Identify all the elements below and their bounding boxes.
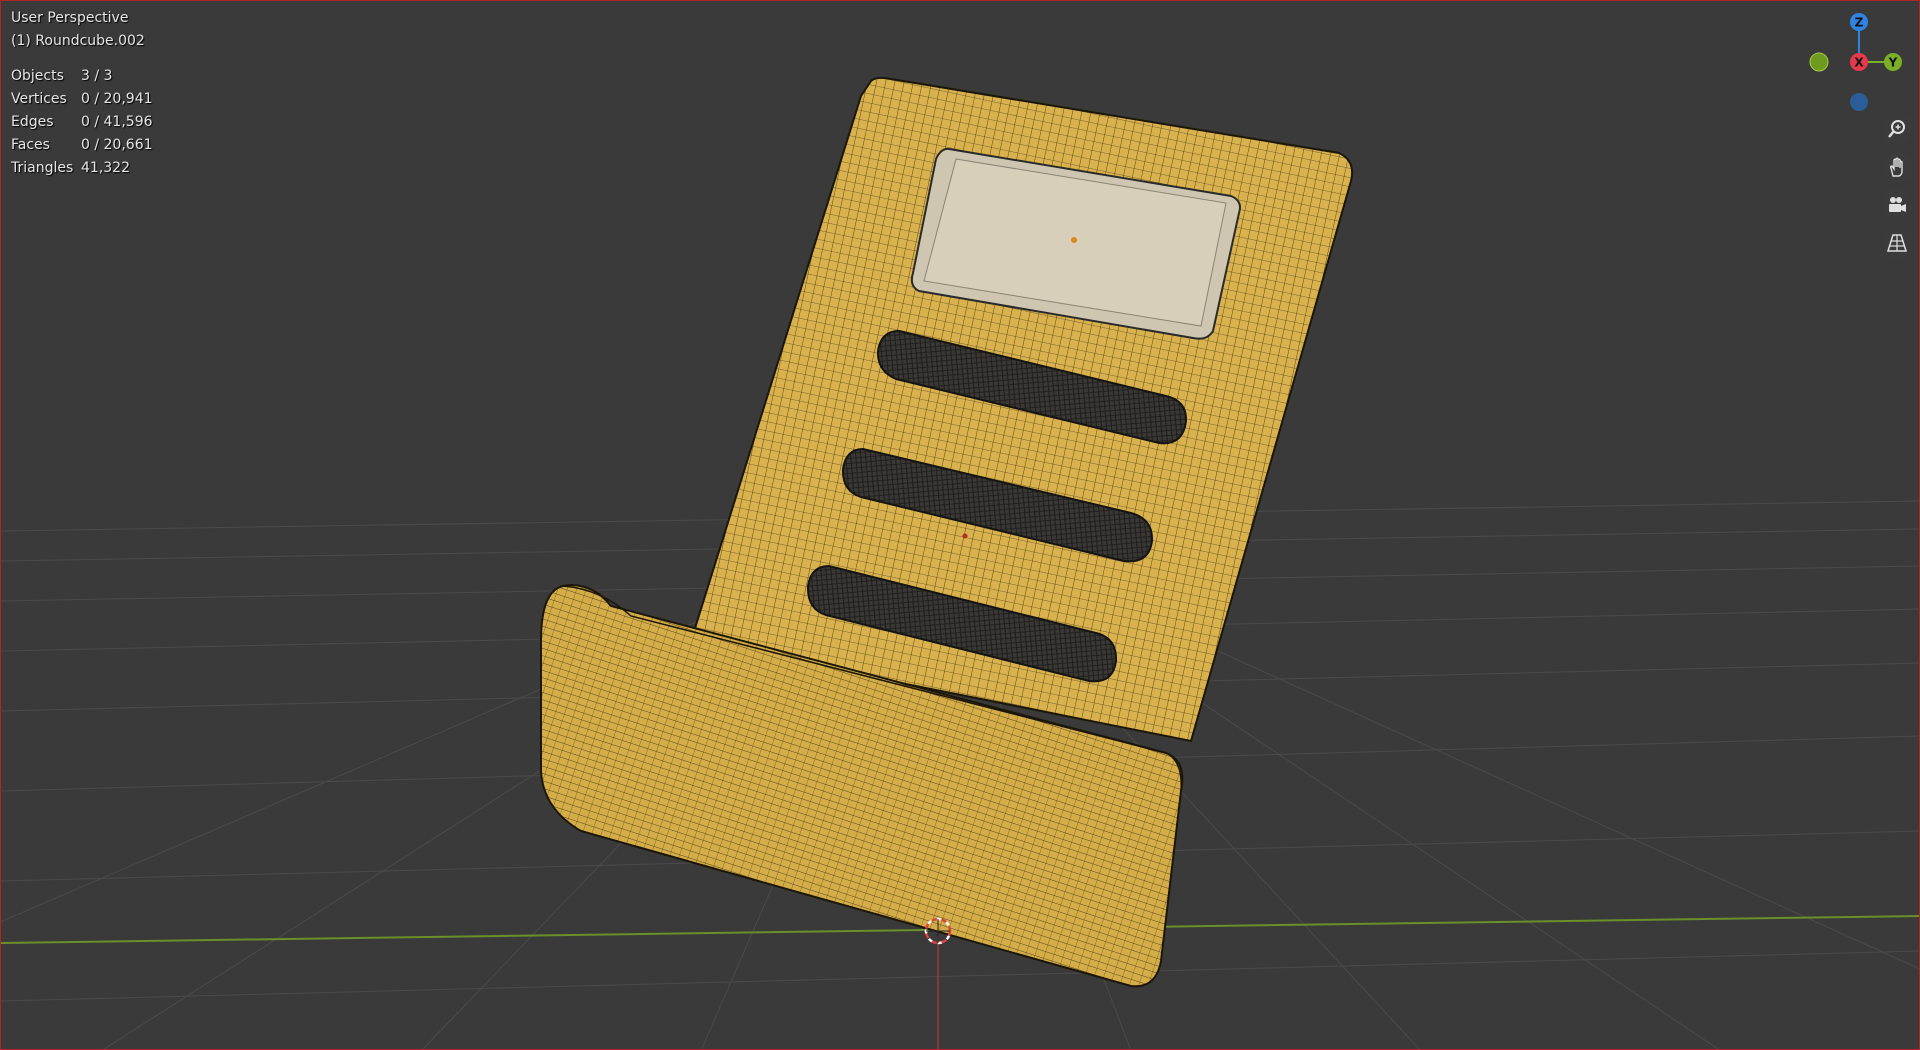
stat-value: 0 / 20,661 xyxy=(81,137,153,153)
gizmo-neg-z-handle xyxy=(1850,93,1868,111)
stat-row: Edges 0 / 41,596 xyxy=(11,111,153,134)
stat-label: Objects xyxy=(11,68,64,84)
stat-row: Objects 3 / 3 xyxy=(11,65,153,88)
stat-value: 0 / 20,941 xyxy=(81,91,153,107)
navigation-gizmo[interactable]: Z Y X xyxy=(1801,7,1911,117)
camera-view-button[interactable] xyxy=(1881,189,1913,221)
hand-pan-icon xyxy=(1889,157,1903,177)
stat-row: Triangles 41,322 xyxy=(11,157,153,180)
stat-value: 41,322 xyxy=(81,160,130,176)
stat-label: Vertices xyxy=(11,91,67,107)
stat-value: 3 / 3 xyxy=(81,68,113,84)
zoom-button[interactable] xyxy=(1881,113,1913,145)
view-name: User Perspective xyxy=(11,10,129,26)
stat-row: Vertices 0 / 20,941 xyxy=(11,88,153,111)
camera-icon xyxy=(1889,197,1906,212)
active-object-name: (1) Roundcube.002 xyxy=(11,33,145,49)
stat-label: Edges xyxy=(11,114,54,130)
stat-label: Faces xyxy=(11,137,50,153)
scene-statistics: Objects 3 / 3 Vertices 0 / 20,941 Edges … xyxy=(11,65,153,180)
gizmo-neg-y-handle xyxy=(1809,52,1829,72)
gizmo-z-label: Z xyxy=(1855,16,1864,30)
toggle-perspective-button[interactable] xyxy=(1881,227,1913,259)
stat-value: 0 / 41,596 xyxy=(81,114,153,130)
scene-canvas[interactable] xyxy=(1,1,1920,1050)
zoom-icon xyxy=(1888,120,1905,138)
3d-cursor xyxy=(924,917,952,945)
gizmo-y-label: Y xyxy=(1888,56,1898,70)
3d-viewport[interactable]: User Perspective (1) Roundcube.002 Objec… xyxy=(0,0,1920,1050)
pan-button[interactable] xyxy=(1881,151,1913,183)
stat-label: Triangles xyxy=(11,160,74,176)
viewport-info: User Perspective (1) Roundcube.002 xyxy=(11,7,145,53)
stat-row: Faces 0 / 20,661 xyxy=(11,134,153,157)
gizmo-x-label: X xyxy=(1854,56,1864,70)
grid-perspective-icon xyxy=(1886,234,1908,252)
